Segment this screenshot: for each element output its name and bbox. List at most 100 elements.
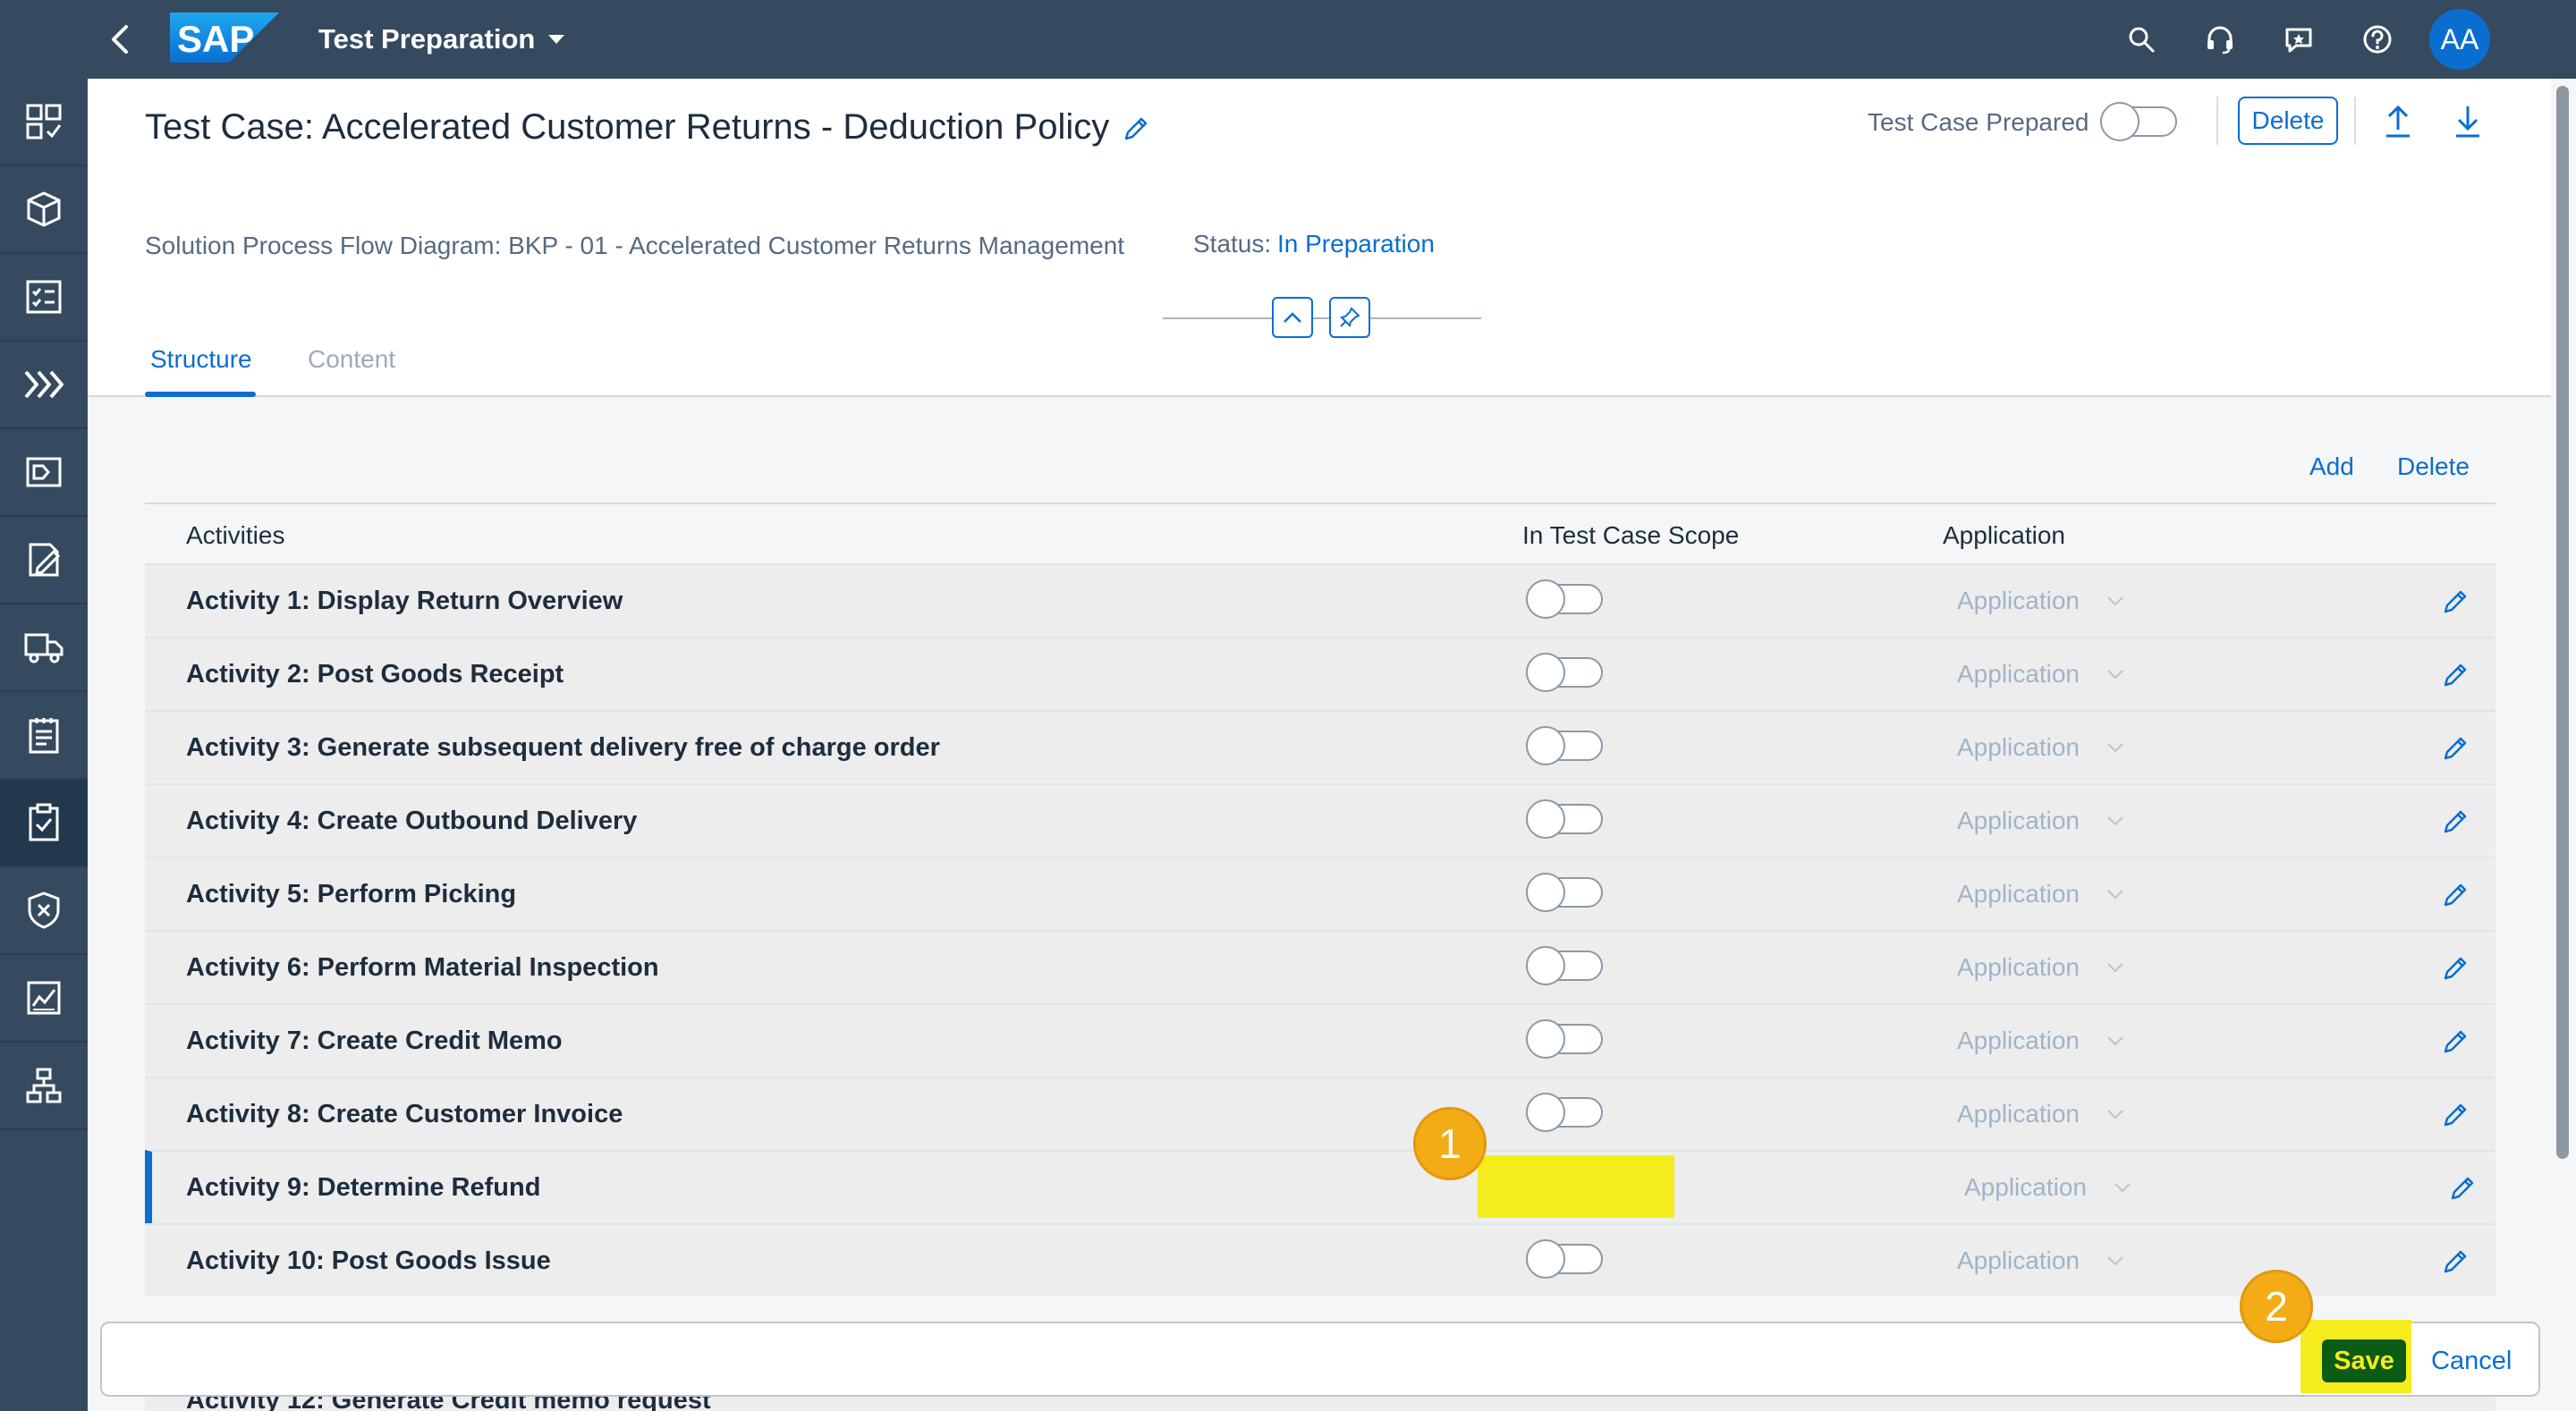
search-icon[interactable] — [2122, 20, 2161, 59]
switch-knob — [2100, 102, 2140, 141]
delete-button[interactable]: Delete — [2238, 97, 2338, 145]
table-row[interactable]: Activity 9: Determine Refund Application — [145, 1150, 2496, 1223]
application-select[interactable]: Application — [1957, 658, 2124, 690]
shell-bar: SAP Test Preparation AA — [0, 0, 2576, 79]
report-icon[interactable] — [0, 955, 88, 1043]
switch-knob — [1526, 946, 1565, 985]
table-row[interactable]: Activity 6: Perform Material Inspection A… — [145, 930, 2496, 1003]
in-scope-switch[interactable] — [1526, 1093, 1603, 1132]
table-row[interactable]: Activity 7: Create Credit Memo Applicatio… — [145, 1003, 2496, 1077]
application-select[interactable]: Application — [1957, 1098, 2124, 1130]
tab-structure[interactable]: Structure — [150, 343, 252, 376]
table-delete-button[interactable]: Delete — [2397, 451, 2470, 483]
table-row[interactable]: Activity 3: Generate subsequent delivery… — [145, 710, 2496, 783]
scrollbar-thumb[interactable] — [2556, 86, 2569, 1159]
table-row[interactable]: Activity 4: Create Outbound Delivery Appl… — [145, 783, 2496, 857]
delivery-truck-icon[interactable] — [0, 604, 88, 692]
edit-row-icon[interactable] — [2435, 728, 2476, 769]
application-select[interactable]: Application — [1957, 731, 2124, 764]
page-title: Test Case: Accelerated Customer Returns … — [145, 107, 1110, 147]
box-icon[interactable] — [0, 166, 88, 254]
in-scope-switch[interactable] — [1526, 1019, 1603, 1059]
table-row[interactable]: Activity 5: Perform Picking Application — [145, 857, 2496, 930]
in-scope-switch[interactable] — [1526, 653, 1603, 692]
help-icon[interactable] — [2358, 20, 2397, 59]
chevron-down-icon — [2114, 1183, 2131, 1193]
label-icon[interactable] — [0, 429, 88, 517]
status-label: Status: — [1193, 230, 1272, 258]
app-title-menu[interactable]: Test Preparation — [318, 20, 565, 59]
activity-label: Activity 8: Create Customer Invoice — [186, 1100, 623, 1128]
feedback-icon[interactable] — [2279, 20, 2318, 59]
application-placeholder: Application — [1957, 880, 2080, 908]
edit-row-icon[interactable] — [2435, 1241, 2476, 1282]
application-placeholder: Application — [1957, 733, 2080, 761]
page-scrollbar[interactable] — [2551, 79, 2576, 1411]
application-select[interactable]: Application — [1957, 1245, 2124, 1277]
overview-icon[interactable] — [0, 79, 88, 166]
in-scope-switch[interactable] — [1526, 726, 1603, 765]
application-select[interactable]: Application — [1957, 585, 2124, 617]
cancel-button[interactable]: Cancel — [2431, 1345, 2512, 1377]
in-scope-switch[interactable] — [1526, 873, 1603, 912]
in-scope-switch[interactable] — [1526, 579, 1603, 619]
edit-row-icon[interactable] — [2435, 801, 2476, 842]
checklist-icon[interactable] — [0, 254, 88, 342]
table-row[interactable]: Activity 2: Post Goods Receipt Applicatio… — [145, 637, 2496, 710]
in-scope-switch[interactable] — [1526, 946, 1603, 985]
pin-header-button[interactable] — [1329, 297, 1370, 338]
save-button[interactable]: Save — [2322, 1339, 2406, 1382]
tab-content[interactable]: Content — [308, 343, 395, 376]
svg-text:SAP: SAP — [177, 18, 254, 60]
switch-knob — [1526, 873, 1565, 912]
edit-row-icon[interactable] — [2435, 1021, 2476, 1062]
edit-row-icon[interactable] — [2435, 655, 2476, 696]
process-icon[interactable] — [0, 342, 88, 429]
test-case-icon[interactable] — [0, 780, 88, 867]
back-icon[interactable] — [100, 20, 140, 59]
chevron-down-icon — [2107, 890, 2123, 900]
activity-label: Activity 4: Create Outbound Delivery — [186, 807, 638, 835]
test-case-prepared-switch[interactable] — [2100, 102, 2177, 141]
step-marker-2: 2 — [2240, 1270, 2313, 1343]
activity-label: Activity 10: Post Goods Issue — [186, 1246, 551, 1275]
application-placeholder: Application — [1957, 1027, 2080, 1054]
shield-icon[interactable] — [0, 867, 88, 955]
application-select[interactable]: Application — [1957, 1025, 2124, 1057]
document-edit-icon[interactable] — [0, 517, 88, 604]
switch-knob — [1526, 653, 1565, 692]
hierarchy-icon[interactable] — [0, 1043, 88, 1130]
table-row[interactable]: Activity 8: Create Customer Invoice Appli… — [145, 1077, 2496, 1150]
application-select[interactable]: Application — [1957, 878, 2124, 910]
edit-row-icon[interactable] — [2435, 948, 2476, 989]
in-scope-switch[interactable] — [1526, 799, 1603, 839]
edit-row-icon[interactable] — [2442, 1168, 2483, 1209]
edit-row-icon[interactable] — [2435, 1094, 2476, 1136]
activity-label: Activity 7: Create Credit Memo — [186, 1027, 563, 1055]
divider — [2354, 97, 2356, 145]
table-row[interactable]: Activity 10: Post Goods Issue Application — [145, 1223, 2496, 1297]
application-select[interactable]: Application — [1957, 805, 2124, 837]
upload-icon[interactable] — [2377, 100, 2419, 141]
sap-logo[interactable]: SAP — [170, 13, 279, 63]
download-icon[interactable] — [2447, 100, 2488, 141]
add-button[interactable]: Add — [2309, 451, 2354, 483]
footer-toolbar — [100, 1322, 2540, 1397]
table-row[interactable]: Activity 1: Display Return Overview Appli… — [145, 563, 2496, 637]
notepad-icon[interactable] — [0, 692, 88, 780]
table-row-partial: Activity 12: Generate Credit memo reques… — [145, 1397, 2496, 1411]
edit-title-icon[interactable] — [1118, 111, 1154, 147]
divider — [2216, 97, 2218, 145]
application-select[interactable]: Application — [1957, 951, 2124, 984]
activity-label: Activity 12: Generate Credit memo reques… — [186, 1397, 711, 1411]
status-value[interactable]: In Preparation — [1277, 229, 1435, 259]
edit-row-icon[interactable] — [2435, 581, 2476, 622]
headset-icon[interactable] — [2200, 20, 2240, 59]
in-scope-switch[interactable] — [1526, 1239, 1603, 1279]
step-marker-1: 1 — [1413, 1107, 1487, 1180]
user-avatar[interactable]: AA — [2429, 9, 2490, 70]
application-select[interactable]: Application — [1964, 1171, 2131, 1204]
edit-row-icon[interactable] — [2435, 874, 2476, 916]
app-title: Test Preparation — [318, 23, 536, 55]
collapse-header-button[interactable] — [1272, 297, 1313, 338]
